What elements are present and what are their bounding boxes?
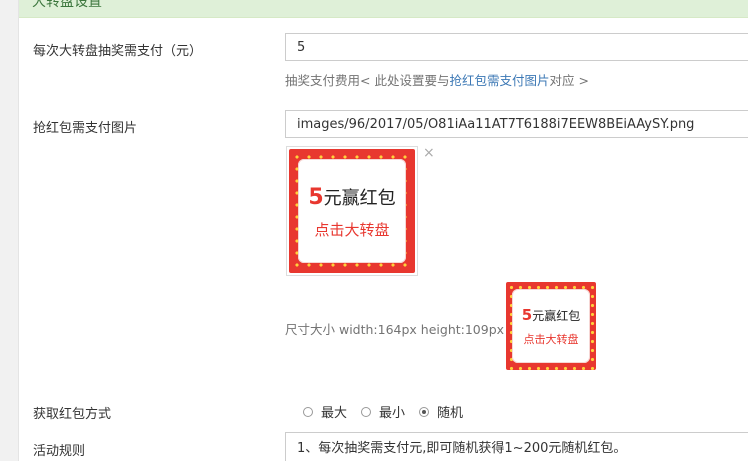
settings-panel: 大转盘设置 每次大转盘抽奖需支付（元） 抽奖支付费用< 此处设置要与抢红包需支付… (18, 0, 748, 461)
rules-label: 活动规则 (33, 444, 86, 459)
radio-min-circle[interactable] (361, 406, 372, 417)
pay-amount-input[interactable] (285, 33, 748, 61)
pay-amount-help: 抽奖支付费用< 此处设置要与抢红包需支付图片对应 > (285, 70, 589, 89)
banner-title-small: 5元赢红包 (521, 306, 581, 324)
radio-min-label: 最小 (379, 406, 406, 421)
pay-amount-label: 每次大转盘抽奖需支付（元） (33, 44, 203, 59)
radio-random[interactable]: 随机 (419, 402, 463, 421)
section-title: 大转盘设置 (32, 0, 102, 10)
help-prefix: 抽奖支付费用< 此处设置要与 (285, 73, 450, 88)
pay-image-label: 抢红包需支付图片 (33, 121, 138, 136)
pay-image-path-input[interactable] (285, 110, 748, 138)
image-preview-thumbnail[interactable]: 5元赢红包 点击大转盘 (286, 146, 418, 276)
help-link[interactable]: 抢红包需支付图片 (449, 73, 549, 88)
banner-subtitle-small: 点击大转盘 (523, 333, 579, 346)
section-header: 大转盘设置 (19, 0, 748, 18)
radio-max-label: 最大 (321, 406, 348, 421)
remove-image-icon[interactable]: × (423, 146, 435, 160)
radio-random-circle[interactable] (419, 406, 430, 417)
radio-min[interactable]: 最小 (361, 402, 405, 421)
help-suffix: 对应 > (549, 73, 589, 88)
rules-textarea[interactable]: 1、每次抽奖需支付元,即可随机获得1~200元随机红包。 (285, 432, 748, 461)
radio-random-label: 随机 (437, 406, 464, 421)
banner-image-large: 5元赢红包 点击大转盘 (289, 149, 415, 273)
method-radio-group: 最大 最小 随机 (303, 402, 477, 421)
banner-title: 5元赢红包 (308, 185, 396, 210)
banner-image-small: 5元赢红包 点击大转盘 (506, 282, 596, 370)
banner-subtitle: 点击大转盘 (314, 221, 390, 239)
radio-max-circle[interactable] (303, 406, 313, 417)
image-size-hint: 尺寸大小 width:164px height:109px (285, 322, 505, 337)
radio-max[interactable]: 最大 (303, 402, 347, 421)
rules-line-1: 1、每次抽奖需支付元,即可随机获得1~200元随机红包。 (297, 441, 627, 456)
method-label: 获取红包方式 (33, 407, 112, 422)
